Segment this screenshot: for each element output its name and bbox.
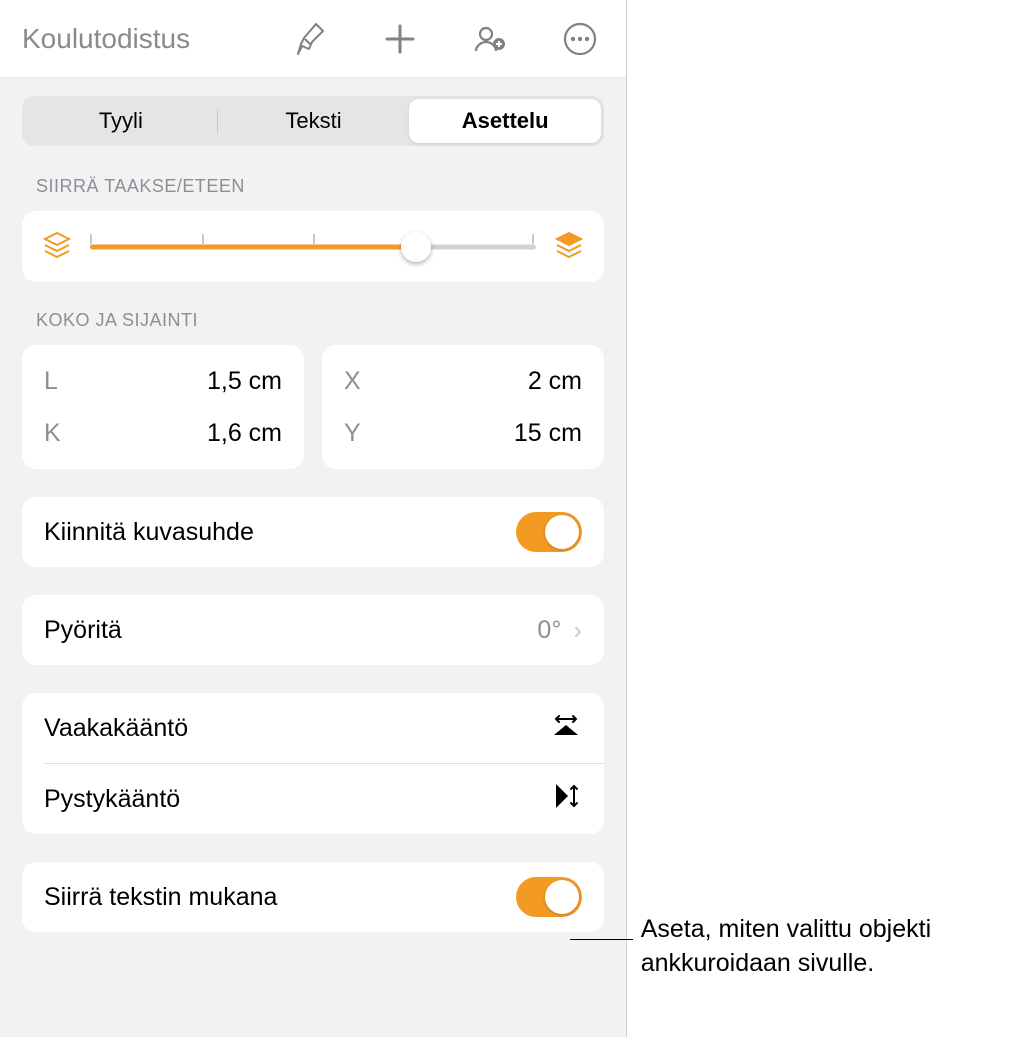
- y-value: 15 cm: [514, 419, 582, 448]
- tab-style[interactable]: Tyyli: [25, 99, 217, 143]
- height-label: K: [44, 419, 61, 448]
- x-value: 2 cm: [528, 367, 582, 396]
- flip-horizontal-icon: [550, 711, 582, 746]
- position-card: X 2 cm Y 15 cm: [322, 345, 604, 469]
- flip-v-label: Pystykääntö: [44, 785, 180, 814]
- height-row[interactable]: K 1,6 cm: [44, 407, 282, 459]
- flip-vertical-icon: [554, 780, 582, 819]
- x-row[interactable]: X 2 cm: [344, 355, 582, 407]
- rotate-label: Pyöritä: [44, 616, 122, 645]
- width-value: 1,5 cm: [207, 367, 282, 396]
- annotation-callout: Aseta, miten valittu objekti ankkuroidaa…: [570, 913, 1019, 981]
- layers-front-icon: [554, 229, 584, 264]
- rotate-row[interactable]: Pyöritä 0° ›: [22, 595, 604, 665]
- flip-card: Vaakakääntö Pystykääntö: [22, 693, 604, 834]
- size-position-group: L 1,5 cm K 1,6 cm X 2 cm Y 15 cm: [22, 345, 604, 469]
- flip-h-label: Vaakakääntö: [44, 714, 188, 743]
- inspector-panel: Koulutodistus Tyyli Teksti Asettelu SIIR…: [0, 0, 627, 1037]
- lock-ratio-row: Kiinnitä kuvasuhde: [22, 497, 604, 567]
- x-label: X: [344, 367, 361, 396]
- move-with-text-row: Siirrä tekstin mukana: [22, 862, 604, 932]
- toolbar: Koulutodistus: [0, 0, 626, 78]
- y-label: Y: [344, 419, 361, 448]
- format-brush-icon[interactable]: [290, 19, 330, 59]
- callout-leader-line: [570, 939, 633, 940]
- slider-thumb[interactable]: [401, 232, 431, 262]
- rotate-value: 0°: [537, 616, 561, 645]
- tab-layout[interactable]: Asettelu: [409, 99, 601, 143]
- size-position-label: KOKO JA SIJAINTI: [36, 310, 604, 331]
- tab-segmented-control: Tyyli Teksti Asettelu: [22, 96, 604, 146]
- flip-vertical-row[interactable]: Pystykääntö: [22, 764, 604, 834]
- y-row[interactable]: Y 15 cm: [344, 407, 582, 459]
- chevron-right-icon: ›: [573, 615, 582, 646]
- flip-horizontal-row[interactable]: Vaakakääntö: [22, 693, 604, 763]
- move-with-text-card: Siirrä tekstin mukana: [22, 862, 604, 932]
- callout-text: Aseta, miten valittu objekti ankkuroidaa…: [641, 913, 1019, 981]
- document-title: Koulutodistus: [16, 23, 290, 55]
- rotate-card: Pyöritä 0° ›: [22, 595, 604, 665]
- collaborate-icon[interactable]: [470, 19, 510, 59]
- width-row[interactable]: L 1,5 cm: [44, 355, 282, 407]
- width-label: L: [44, 367, 58, 396]
- lock-ratio-card: Kiinnitä kuvasuhde: [22, 497, 604, 567]
- lock-ratio-toggle[interactable]: [516, 512, 582, 552]
- layer-slider[interactable]: [90, 232, 536, 262]
- move-back-front-label: SIIRRÄ TAAKSE/ETEEN: [36, 176, 604, 197]
- toolbar-icons: [290, 19, 610, 59]
- height-value: 1,6 cm: [207, 419, 282, 448]
- size-card: L 1,5 cm K 1,6 cm: [22, 345, 304, 469]
- layer-slider-card: [22, 211, 604, 282]
- lock-ratio-label: Kiinnitä kuvasuhde: [44, 518, 254, 547]
- tab-text[interactable]: Teksti: [218, 99, 410, 143]
- format-popover: Tyyli Teksti Asettelu SIIRRÄ TAAKSE/ETEE…: [0, 78, 626, 1037]
- move-with-text-toggle[interactable]: [516, 877, 582, 917]
- layers-back-icon: [42, 229, 72, 264]
- plus-icon[interactable]: [380, 19, 420, 59]
- move-with-text-label: Siirrä tekstin mukana: [44, 883, 277, 912]
- more-icon[interactable]: [560, 19, 600, 59]
